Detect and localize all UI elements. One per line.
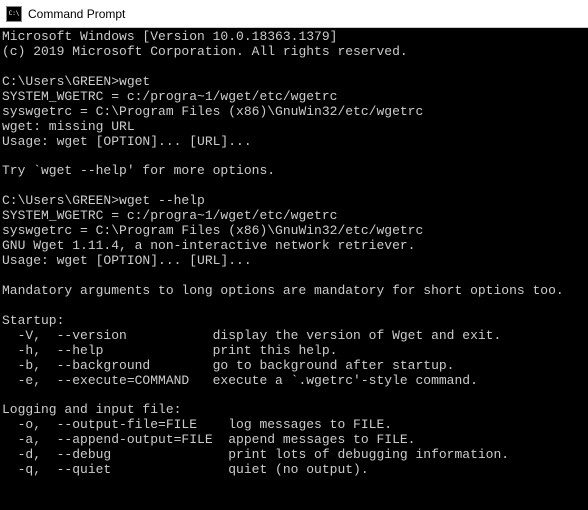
terminal-line: C:\Users\GREEN>wget --help xyxy=(2,194,586,209)
terminal-line: syswgetrc = C:\Program Files (x86)\GnuWi… xyxy=(2,224,586,239)
cmd-icon xyxy=(6,6,22,22)
terminal-line: -V, --version display the version of Wge… xyxy=(2,329,586,344)
terminal-line: -o, --output-file=FILE log messages to F… xyxy=(2,418,586,433)
terminal-line: syswgetrc = C:\Program Files (x86)\GnuWi… xyxy=(2,105,586,120)
terminal-line: -d, --debug print lots of debugging info… xyxy=(2,448,586,463)
terminal-line: C:\Users\GREEN>wget xyxy=(2,75,586,90)
terminal-line: -a, --append-output=FILE append messages… xyxy=(2,433,586,448)
terminal-line: SYSTEM_WGETRC = c:/progra~1/wget/etc/wge… xyxy=(2,209,586,224)
terminal-line xyxy=(2,299,586,314)
terminal-line xyxy=(2,389,586,404)
terminal-line: Mandatory arguments to long options are … xyxy=(2,284,586,299)
terminal-line: -q, --quiet quiet (no output). xyxy=(2,463,586,478)
terminal-line: Logging and input file: xyxy=(2,403,586,418)
terminal-line xyxy=(2,269,586,284)
terminal-line: SYSTEM_WGETRC = c:/progra~1/wget/etc/wge… xyxy=(2,90,586,105)
terminal-line: Microsoft Windows [Version 10.0.18363.13… xyxy=(2,30,586,45)
terminal-line xyxy=(2,179,586,194)
terminal-line: -e, --execute=COMMAND execute a `.wgetrc… xyxy=(2,374,586,389)
terminal-line: Usage: wget [OPTION]... [URL]... xyxy=(2,254,586,269)
terminal-line xyxy=(2,60,586,75)
terminal-line: Usage: wget [OPTION]... [URL]... xyxy=(2,135,586,150)
terminal-line: (c) 2019 Microsoft Corporation. All righ… xyxy=(2,45,586,60)
terminal-line: Startup: xyxy=(2,314,586,329)
terminal-output[interactable]: Microsoft Windows [Version 10.0.18363.13… xyxy=(0,28,588,480)
terminal-line: Try `wget --help' for more options. xyxy=(2,164,586,179)
window-titlebar[interactable]: Command Prompt xyxy=(0,0,588,28)
terminal-line xyxy=(2,150,586,165)
window-title: Command Prompt xyxy=(28,7,125,21)
terminal-line: wget: missing URL xyxy=(2,120,586,135)
terminal-line: GNU Wget 1.11.4, a non-interactive netwo… xyxy=(2,239,586,254)
terminal-line: -b, --background go to background after … xyxy=(2,359,586,374)
terminal-line: -h, --help print this help. xyxy=(2,344,586,359)
